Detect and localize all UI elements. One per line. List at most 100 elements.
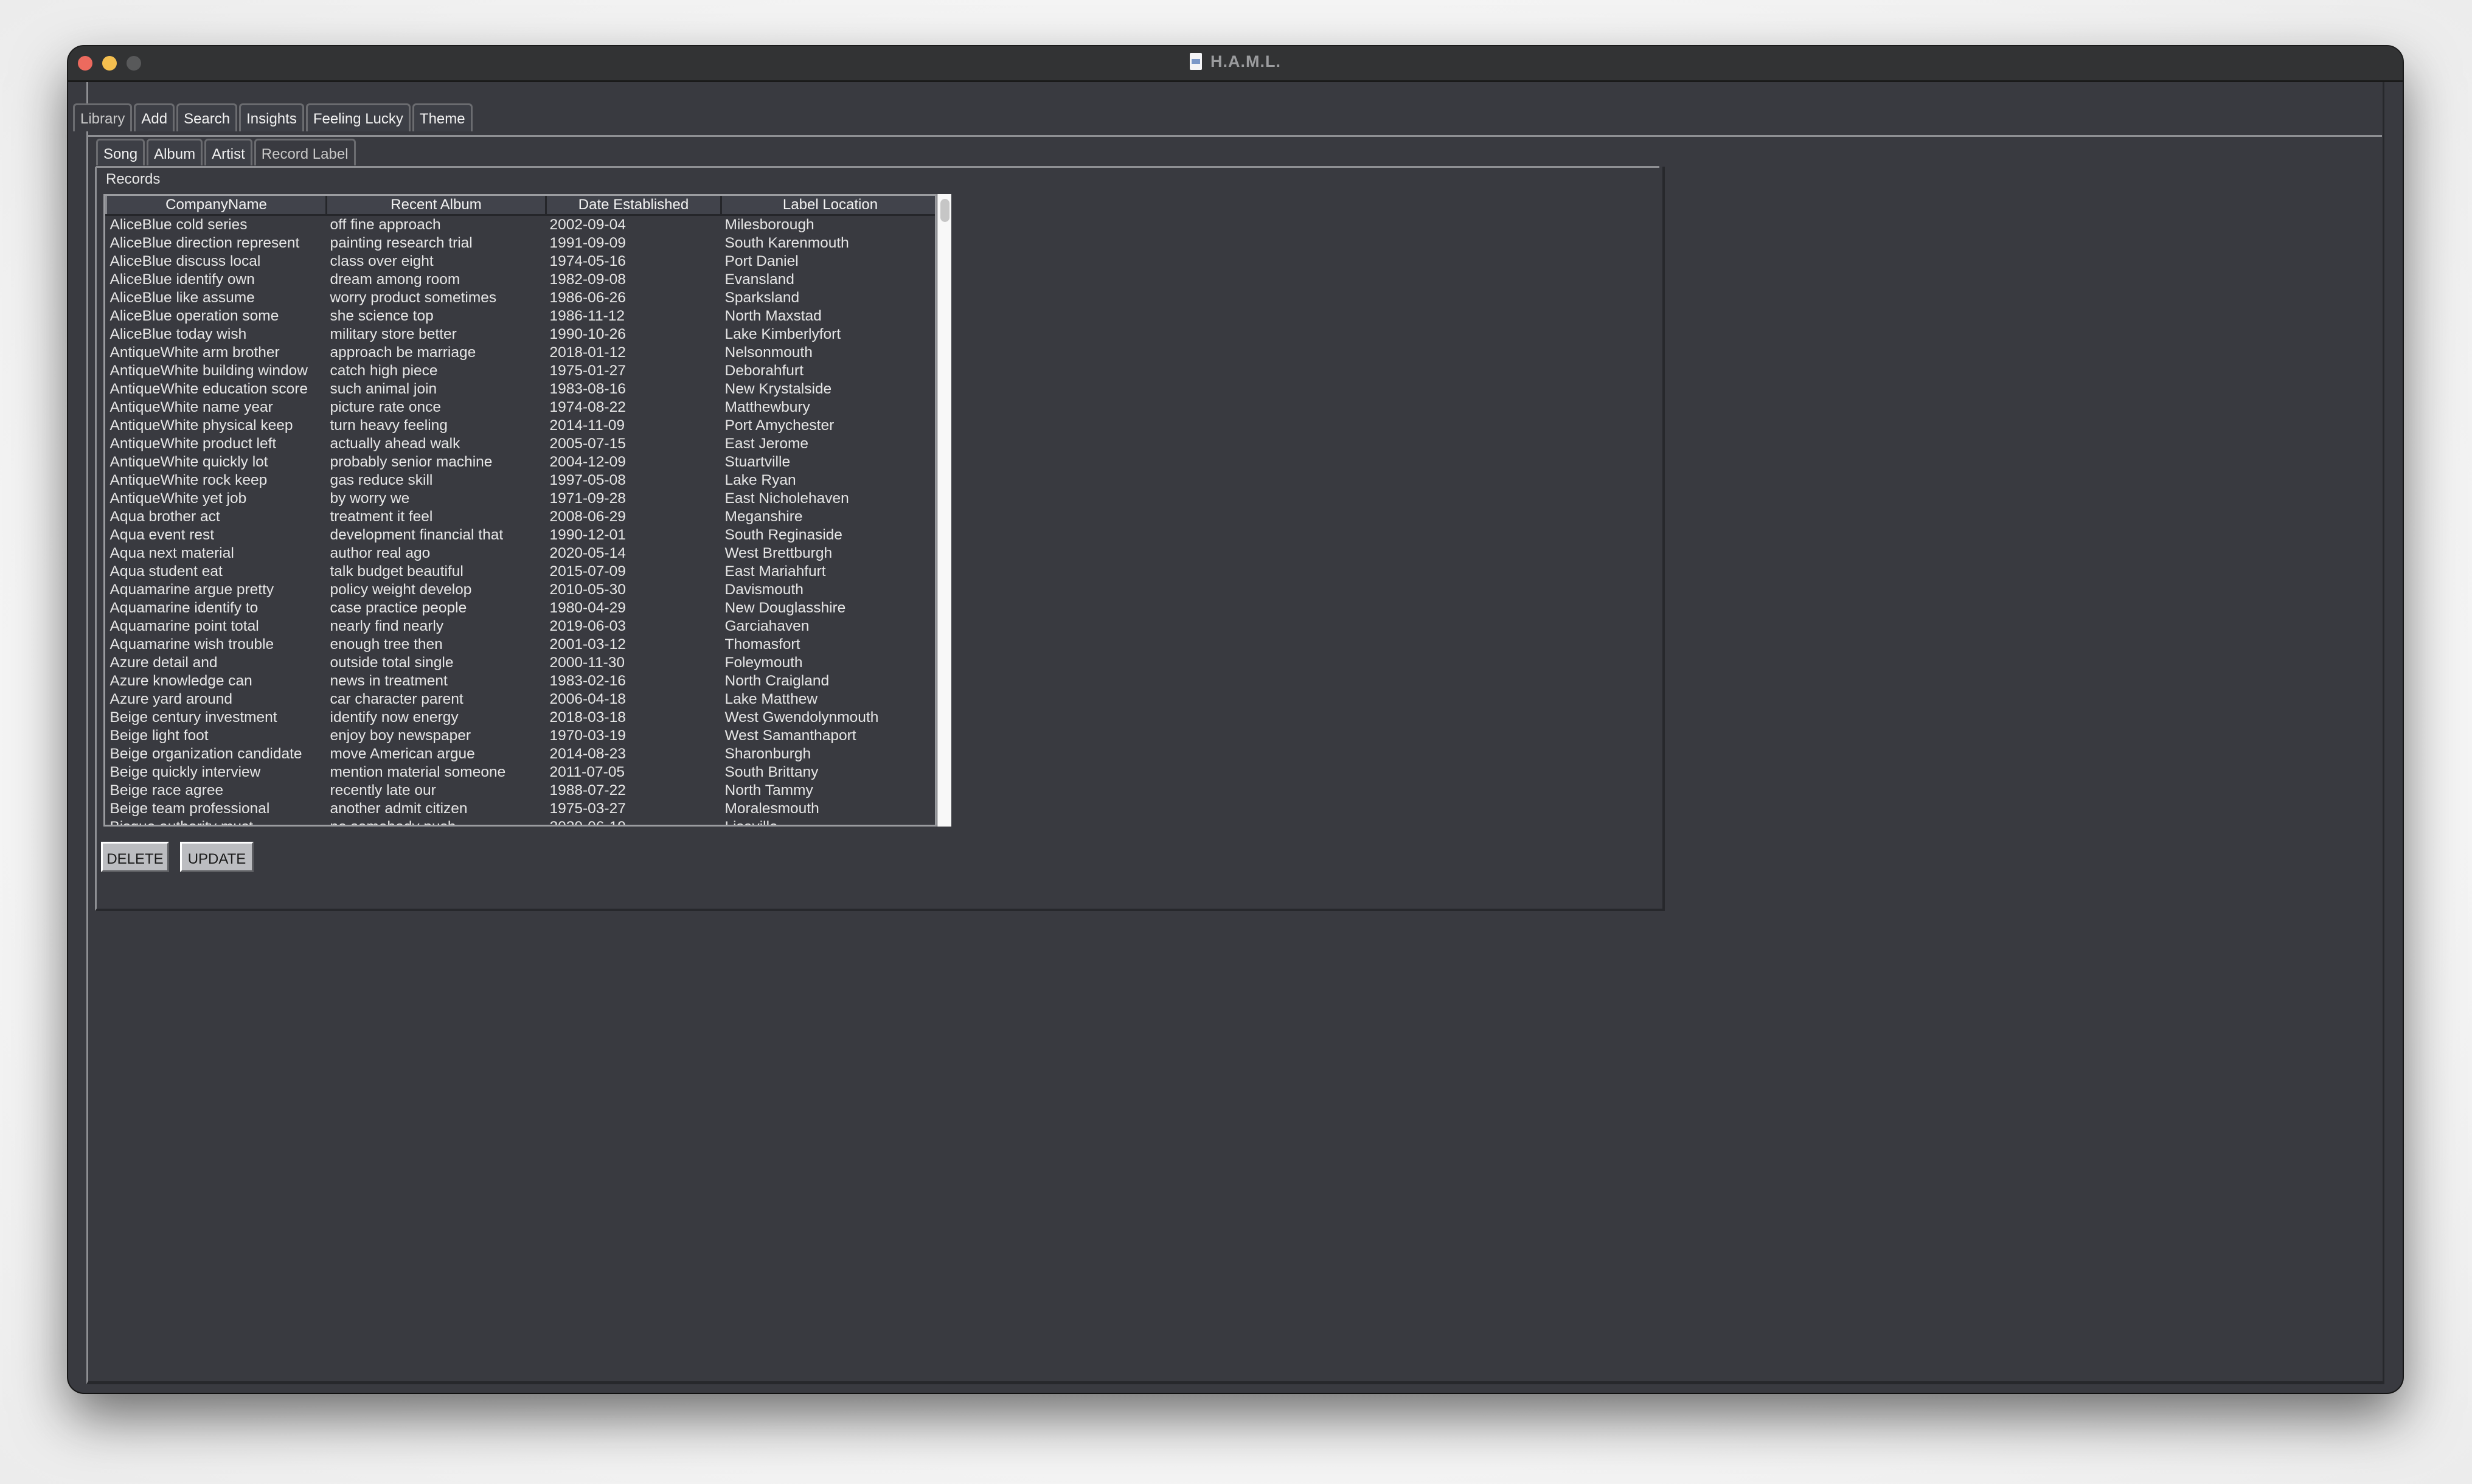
tab-feeling-lucky[interactable]: Feeling Lucky (305, 103, 411, 131)
cell-recent-album: enjoy boy newspaper (330, 727, 471, 744)
table-row[interactable]: AntiqueWhite rock keep gas reduce skill 19… (106, 471, 936, 490)
tab-album[interactable]: Album (147, 139, 203, 165)
cell-recent-album: nearly find nearly (330, 618, 444, 634)
table-row[interactable]: AntiqueWhite arm brother approach be marr… (106, 344, 936, 362)
table-row[interactable]: Beige race agree recently late our 1988-07… (106, 782, 936, 800)
table-row[interactable]: AliceBlue discuss local class over eight 1… (106, 252, 936, 271)
tab-search[interactable]: Search (176, 103, 238, 131)
cell-date-established: 2018-03-18 (549, 709, 626, 726)
cell-date-established: 2008-06-29 (549, 508, 626, 525)
update-button[interactable]: UPDATE (180, 842, 254, 872)
table-row[interactable]: Beige century investment identify now ene… (106, 709, 936, 727)
tab-record-label[interactable]: Record Label (254, 139, 356, 165)
cell-date-established: 2020-05-14 (549, 545, 626, 561)
cell-label-location: Garciahaven (724, 618, 810, 634)
table-row[interactable]: Beige team professional another admit cit… (106, 800, 936, 818)
tab-insights[interactable]: Insights (239, 103, 304, 131)
table-row[interactable]: AntiqueWhite building window catch high p… (106, 362, 936, 380)
table-row[interactable]: AliceBlue direction represent painting re… (106, 234, 936, 252)
column-header-recent-album[interactable]: Recent Album (325, 196, 547, 216)
table-row[interactable]: Beige organization candidate move America… (106, 745, 936, 763)
table-row[interactable]: Azure detail and outside total single 2000… (106, 654, 936, 672)
cell-company-name: Aqua brother act (109, 508, 220, 525)
records-label: Records (106, 171, 161, 187)
table-row[interactable]: Aquamarine identify to case practice peop… (106, 599, 936, 617)
table-row[interactable]: AliceBlue operation some she science top 1… (106, 307, 936, 325)
column-header-label-location[interactable]: Label Location (720, 196, 935, 216)
cell-company-name: AliceBlue like assume (109, 290, 255, 306)
cell-date-established: 2005-07-15 (549, 435, 626, 452)
column-header-date-established[interactable]: Date Established (545, 196, 722, 216)
table-row[interactable]: AntiqueWhite education score such animal … (106, 380, 936, 398)
table-row[interactable]: AliceBlue cold series off fine approach 20… (106, 215, 936, 235)
table-row[interactable]: AntiqueWhite name year picture rate once 1… (106, 398, 936, 417)
scrollbar-thumb[interactable] (940, 199, 950, 222)
tab-artist[interactable]: Artist (204, 139, 252, 165)
table-scrollbar[interactable] (937, 194, 951, 827)
table-row[interactable]: Aqua event rest development financial tha… (106, 526, 936, 544)
window-title: H.A.M.L. (1210, 52, 1281, 71)
tab-theme[interactable]: Theme (412, 103, 473, 131)
cell-date-established: 2006-04-18 (549, 691, 626, 707)
table-row[interactable]: Beige light foot enjoy boy newspaper 1970-… (106, 727, 936, 745)
cell-company-name: AntiqueWhite physical keep (109, 417, 293, 434)
cell-label-location: Deborahfurt (724, 362, 804, 379)
cell-company-name: AntiqueWhite building window (109, 362, 308, 379)
table-row[interactable]: AliceBlue today wish military store bette… (106, 325, 936, 344)
cell-company-name: Beige organization candidate (109, 746, 302, 762)
cell-label-location: Sharonburgh (724, 746, 811, 762)
cell-label-location: South Brittany (724, 764, 819, 780)
cell-company-name: Beige century investment (109, 709, 277, 726)
cell-date-established: 1991-09-09 (549, 235, 626, 251)
table-row[interactable]: Beige quickly interview mention material … (106, 763, 936, 782)
cell-date-established: 2011-07-05 (549, 764, 625, 780)
table-row[interactable]: AntiqueWhite product left actually ahead … (106, 435, 936, 453)
table-row[interactable]: Azure yard around car character parent 200… (106, 690, 936, 709)
cell-company-name: Aquamarine argue pretty (109, 581, 274, 598)
cell-date-established: 1971-09-28 (549, 490, 626, 507)
cell-label-location: South Karenmouth (724, 235, 849, 251)
table-row[interactable]: Aquamarine wish trouble enough tree then 2… (106, 636, 936, 654)
tab-add[interactable]: Add (134, 103, 175, 131)
table-row[interactable]: Aqua student eat talk budget beautiful 201… (106, 563, 936, 581)
cell-label-location: Lake Matthew (724, 691, 818, 707)
column-header-company-name[interactable]: CompanyName (105, 196, 327, 216)
cell-date-established: 1975-03-27 (549, 800, 626, 817)
cell-company-name: AntiqueWhite arm brother (109, 344, 280, 361)
cell-company-name: Aqua student eat (109, 563, 223, 580)
cell-recent-album: outside total single (330, 654, 454, 671)
cell-company-name: Beige quickly interview (109, 764, 261, 780)
cell-recent-album: dream among room (330, 271, 460, 288)
cell-date-established: 1974-08-22 (549, 399, 626, 415)
main-tab-divider (86, 135, 2382, 137)
cell-recent-album: approach be marriage (330, 344, 476, 361)
table-row[interactable]: Aquamarine point total nearly find nearly… (106, 617, 936, 636)
table-row[interactable]: AntiqueWhite physical keep turn heavy fee… (106, 417, 936, 435)
table-row[interactable]: Aquamarine argue pretty policy weight dev… (106, 581, 936, 599)
table-row[interactable]: Aqua brother act treatment it feel 2008-06… (106, 508, 936, 526)
cell-company-name: Aqua next material (109, 545, 234, 561)
cell-company-name: AliceBlue direction represent (109, 235, 300, 251)
table-row[interactable]: AliceBlue like assume worry product somet… (106, 289, 936, 307)
cell-date-established: 2015-07-09 (549, 563, 626, 580)
table-row[interactable]: AntiqueWhite yet job by worry we 1971-09-2… (106, 490, 936, 508)
cell-label-location: Nelsonmouth (724, 344, 813, 361)
cell-date-established: 2000-11-30 (549, 654, 625, 671)
tab-library[interactable]: Library (73, 103, 133, 131)
cell-date-established: 2004-12-09 (549, 454, 626, 470)
cell-date-established: 1974-05-16 (549, 253, 626, 269)
cell-date-established: 1983-08-16 (549, 381, 626, 397)
cell-date-established: 1980-04-29 (549, 600, 626, 616)
table-row[interactable]: Aqua next material author real ago 2020-05… (106, 544, 936, 563)
tab-song[interactable]: Song (96, 139, 145, 165)
table-row[interactable]: AntiqueWhite quickly lot probably senior … (106, 453, 936, 471)
delete-button[interactable]: DELETE (101, 842, 169, 872)
cell-recent-album: identify now energy (330, 709, 459, 726)
cell-recent-album: painting research trial (330, 235, 473, 251)
table-row[interactable]: Bisque authority mustno somebody push202… (106, 818, 936, 825)
cell-company-name: AntiqueWhite rock keep (109, 472, 268, 488)
cell-label-location: East Mariahfurt (724, 563, 826, 580)
table-row[interactable]: Azure knowledge can news in treatment 1983… (106, 672, 936, 690)
table-row[interactable]: AliceBlue identify own dream among room 19… (106, 271, 936, 289)
records-table[interactable]: CompanyName Recent Album Date Establishe… (103, 194, 937, 827)
